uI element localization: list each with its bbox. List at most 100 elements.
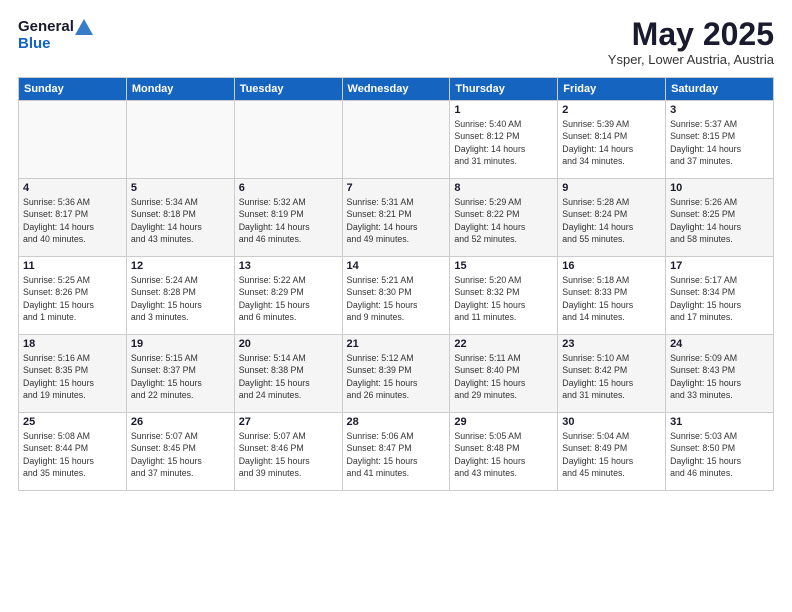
day-number: 28 — [347, 416, 446, 428]
day-info: Sunrise: 5:20 AM Sunset: 8:32 PM Dayligh… — [454, 274, 553, 323]
table-row: 27Sunrise: 5:07 AM Sunset: 8:46 PM Dayli… — [234, 413, 342, 491]
day-number: 25 — [23, 416, 122, 428]
table-row: 22 Sunrise: 5:11 AM Sunset: 8:40 PM Dayli… — [450, 335, 558, 413]
table-row — [342, 101, 450, 179]
day-info: Sunrise: 5:34 AM Sunset: 8:18 PM Dayligh… — [131, 196, 230, 245]
table-row: 23 Sunrise: 5:10 AM Sunset: 8:42 PM Dayli… — [558, 335, 666, 413]
day-info: Sunrise: 5:36 AM Sunset: 8:17 PM Dayligh… — [23, 196, 122, 245]
table-row: 13 Sunrise: 5:22 AM Sunset: 8:29 PM Dayli… — [234, 257, 342, 335]
day-number: 19 — [131, 338, 230, 350]
day-number: 3 — [670, 104, 769, 116]
header-friday: Friday — [558, 78, 666, 101]
day-number: 20 — [239, 338, 338, 350]
day-info: Sunrise: 5:32 AM Sunset: 8:19 PM Dayligh… — [239, 196, 338, 245]
day-number: 17 — [670, 260, 769, 272]
day-info: Sunrise: 5:06 AM Sunset: 8:47 PM Dayligh… — [347, 430, 446, 479]
day-number: 30 — [562, 416, 661, 428]
table-row: 24Sunrise: 5:09 AM Sunset: 8:43 PM Dayli… — [666, 335, 774, 413]
day-number: 29 — [454, 416, 553, 428]
table-row: 2Sunrise: 5:39 AM Sunset: 8:14 PM Daylig… — [558, 101, 666, 179]
table-row: 21 Sunrise: 5:12 AM Sunset: 8:39 PM Dayli… — [342, 335, 450, 413]
day-number: 11 — [23, 260, 122, 272]
month-title: May 2025 — [608, 18, 774, 50]
day-info: Sunrise: 5:18 AM Sunset: 8:33 PM Dayligh… — [562, 274, 661, 323]
table-row: 31Sunrise: 5:03 AM Sunset: 8:50 PM Dayli… — [666, 413, 774, 491]
table-row: 26 Sunrise: 5:07 AM Sunset: 8:45 PM Dayli… — [126, 413, 234, 491]
header-sunday: Sunday — [19, 78, 127, 101]
table-row: 7Sunrise: 5:31 AM Sunset: 8:21 PM Daylig… — [342, 179, 450, 257]
day-info: Sunrise: 5:07 AM Sunset: 8:45 PM Dayligh… — [131, 430, 230, 479]
calendar-week-row: 25 Sunrise: 5:08 AM Sunset: 8:44 PM Dayli… — [19, 413, 774, 491]
table-row: 5 Sunrise: 5:34 AM Sunset: 8:18 PM Daylig… — [126, 179, 234, 257]
location: Ysper, Lower Austria, Austria — [608, 52, 774, 67]
day-info: Sunrise: 5:16 AM Sunset: 8:35 PM Dayligh… — [23, 352, 122, 401]
day-number: 4 — [23, 182, 122, 194]
table-row: 20Sunrise: 5:14 AM Sunset: 8:38 PM Dayli… — [234, 335, 342, 413]
table-row: 6 Sunrise: 5:32 AM Sunset: 8:19 PM Daylig… — [234, 179, 342, 257]
table-row — [126, 101, 234, 179]
day-number: 13 — [239, 260, 338, 272]
day-number: 26 — [131, 416, 230, 428]
table-row: 9 Sunrise: 5:28 AM Sunset: 8:24 PM Daylig… — [558, 179, 666, 257]
day-info: Sunrise: 5:22 AM Sunset: 8:29 PM Dayligh… — [239, 274, 338, 323]
day-info: Sunrise: 5:08 AM Sunset: 8:44 PM Dayligh… — [23, 430, 122, 479]
day-number: 6 — [239, 182, 338, 194]
table-row: 17Sunrise: 5:17 AM Sunset: 8:34 PM Dayli… — [666, 257, 774, 335]
calendar-week-row: 11 Sunrise: 5:25 AM Sunset: 8:26 PM Dayli… — [19, 257, 774, 335]
table-row: 4 Sunrise: 5:36 AM Sunset: 8:17 PM Daylig… — [19, 179, 127, 257]
table-row: 15 Sunrise: 5:20 AM Sunset: 8:32 PM Dayli… — [450, 257, 558, 335]
table-row: 30Sunrise: 5:04 AM Sunset: 8:49 PM Dayli… — [558, 413, 666, 491]
day-info: Sunrise: 5:26 AM Sunset: 8:25 PM Dayligh… — [670, 196, 769, 245]
day-number: 8 — [454, 182, 553, 194]
day-number: 2 — [562, 104, 661, 116]
calendar-week-row: 18 Sunrise: 5:16 AM Sunset: 8:35 PM Dayli… — [19, 335, 774, 413]
table-row — [234, 101, 342, 179]
day-number: 9 — [562, 182, 661, 194]
day-number: 23 — [562, 338, 661, 350]
day-number: 16 — [562, 260, 661, 272]
table-row: 12Sunrise: 5:24 AM Sunset: 8:28 PM Dayli… — [126, 257, 234, 335]
day-number: 5 — [131, 182, 230, 194]
day-number: 22 — [454, 338, 553, 350]
day-info: Sunrise: 5:25 AM Sunset: 8:26 PM Dayligh… — [23, 274, 122, 323]
day-number: 27 — [239, 416, 338, 428]
calendar-header-row: Sunday Monday Tuesday Wednesday Thursday… — [19, 78, 774, 101]
day-number: 12 — [131, 260, 230, 272]
calendar-table: Sunday Monday Tuesday Wednesday Thursday… — [18, 77, 774, 491]
header-wednesday: Wednesday — [342, 78, 450, 101]
table-row: 16 Sunrise: 5:18 AM Sunset: 8:33 PM Dayli… — [558, 257, 666, 335]
logo-icon — [75, 19, 93, 35]
table-row: 1Sunrise: 5:40 AM Sunset: 8:12 PM Daylig… — [450, 101, 558, 179]
table-row: 11 Sunrise: 5:25 AM Sunset: 8:26 PM Dayli… — [19, 257, 127, 335]
table-row: 29Sunrise: 5:05 AM Sunset: 8:48 PM Dayli… — [450, 413, 558, 491]
day-number: 31 — [670, 416, 769, 428]
day-number: 1 — [454, 104, 553, 116]
day-number: 18 — [23, 338, 122, 350]
table-row: 19 Sunrise: 5:15 AM Sunset: 8:37 PM Dayli… — [126, 335, 234, 413]
table-row: 14Sunrise: 5:21 AM Sunset: 8:30 PM Dayli… — [342, 257, 450, 335]
day-info: Sunrise: 5:15 AM Sunset: 8:37 PM Dayligh… — [131, 352, 230, 401]
calendar-week-row: 4 Sunrise: 5:36 AM Sunset: 8:17 PM Daylig… — [19, 179, 774, 257]
day-number: 10 — [670, 182, 769, 194]
day-info: Sunrise: 5:10 AM Sunset: 8:42 PM Dayligh… — [562, 352, 661, 401]
table-row: 18 Sunrise: 5:16 AM Sunset: 8:35 PM Dayli… — [19, 335, 127, 413]
day-number: 21 — [347, 338, 446, 350]
table-row: 3 Sunrise: 5:37 AM Sunset: 8:15 PM Daylig… — [666, 101, 774, 179]
day-info: Sunrise: 5:37 AM Sunset: 8:15 PM Dayligh… — [670, 118, 769, 167]
table-row — [19, 101, 127, 179]
header-monday: Monday — [126, 78, 234, 101]
header-thursday: Thursday — [450, 78, 558, 101]
day-info: Sunrise: 5:21 AM Sunset: 8:30 PM Dayligh… — [347, 274, 446, 323]
logo: General Blue — [18, 18, 94, 53]
logo-blue-text: Blue — [18, 35, 51, 52]
day-info: Sunrise: 5:31 AM Sunset: 8:21 PM Dayligh… — [347, 196, 446, 245]
title-block: May 2025 Ysper, Lower Austria, Austria — [608, 18, 774, 67]
day-info: Sunrise: 5:11 AM Sunset: 8:40 PM Dayligh… — [454, 352, 553, 401]
day-number: 15 — [454, 260, 553, 272]
header: General Blue May 2025 Ysper, Lower Austr… — [18, 18, 774, 67]
day-info: Sunrise: 5:28 AM Sunset: 8:24 PM Dayligh… — [562, 196, 661, 245]
header-saturday: Saturday — [666, 78, 774, 101]
table-row: 10 Sunrise: 5:26 AM Sunset: 8:25 PM Dayli… — [666, 179, 774, 257]
day-info: Sunrise: 5:12 AM Sunset: 8:39 PM Dayligh… — [347, 352, 446, 401]
calendar-week-row: 1Sunrise: 5:40 AM Sunset: 8:12 PM Daylig… — [19, 101, 774, 179]
